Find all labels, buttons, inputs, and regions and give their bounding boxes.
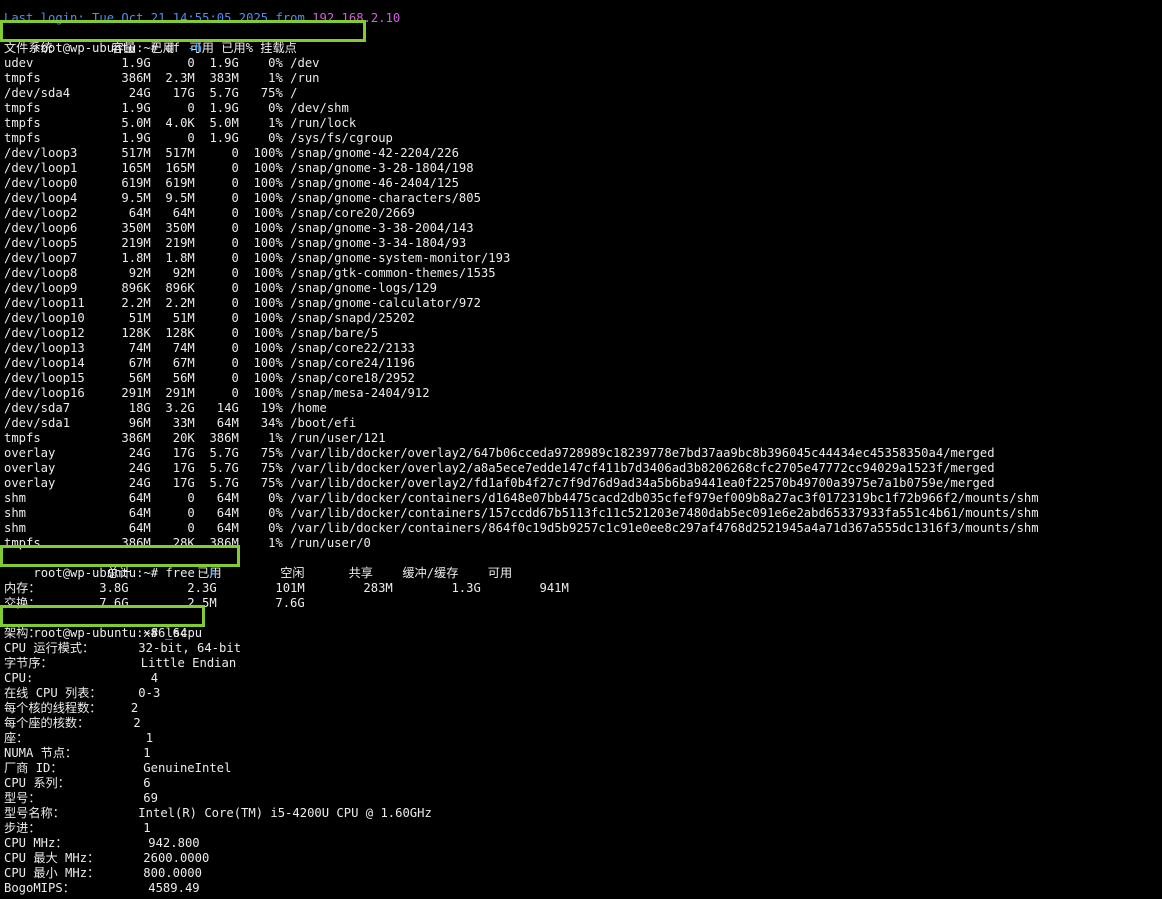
lscpu-command-line: root@wp-ubuntu:~# lscpu bbox=[0, 605, 1039, 640]
lscpu-output-line: 型号： 69 bbox=[4, 791, 158, 805]
df-output-line: udev 1.9G 0 1.9G 0% /dev bbox=[4, 56, 320, 70]
command-flag: -h bbox=[187, 41, 203, 55]
df-output-line: /dev/sda1 96M 33M 64M 34% /boot/efi bbox=[4, 416, 357, 430]
command-flag: -h bbox=[202, 566, 217, 580]
command-name: lscpu bbox=[165, 626, 203, 640]
command-name: df bbox=[165, 41, 181, 55]
lscpu-output-line: CPU MHz： 942.800 bbox=[4, 836, 200, 850]
df-output-line: /dev/loop12 128K 128K 0 100% /snap/bare/… bbox=[4, 326, 379, 340]
df-output-line: overlay 24G 17G 5.7G 75% /var/lib/docker… bbox=[4, 461, 995, 475]
prompt: root@wp-ubuntu:~# bbox=[33, 566, 166, 580]
df-output-line: /dev/loop16 291M 291M 0 100% /snap/mesa-… bbox=[4, 386, 430, 400]
lscpu-output: 架构： x86_64 CPU 运行模式： 32-bit, 64-bit 字节序： L… bbox=[4, 626, 1039, 896]
df-output-line: overlay 24G 17G 5.7G 75% /var/lib/docker… bbox=[4, 476, 995, 490]
df-output-line: /dev/sda7 18G 3.2G 14G 19% /home bbox=[4, 401, 327, 415]
df-output-line: /dev/sda4 24G 17G 5.7G 75% / bbox=[4, 86, 298, 100]
lscpu-output-line: 每个核的线程数： 2 bbox=[4, 701, 139, 715]
df-output-line: /dev/loop5 219M 219M 0 100% /snap/gnome-… bbox=[4, 236, 467, 250]
df-output-line: /dev/loop0 619M 619M 0 100% /snap/gnome-… bbox=[4, 176, 459, 190]
free-output-line: 内存： 3.8G 2.3G 101M 283M 1.3G 941M bbox=[4, 581, 569, 595]
df-output-line: shm 64M 0 64M 0% /var/lib/docker/contain… bbox=[4, 506, 1039, 520]
df-output-line: /dev/loop3 517M 517M 0 100% /snap/gnome-… bbox=[4, 146, 459, 160]
lscpu-output-line: CPU 运行模式： 32-bit, 64-bit bbox=[4, 641, 242, 655]
df-output-line: /dev/loop6 350M 350M 0 100% /snap/gnome-… bbox=[4, 221, 474, 235]
login-ip-part2: .168.2.10 bbox=[334, 11, 401, 25]
df-output-line: shm 64M 0 64M 0% /var/lib/docker/contain… bbox=[4, 521, 1039, 535]
lscpu-output-line: 字节序： Little Endian bbox=[4, 656, 237, 670]
lscpu-output-line: CPU 最大 MHz： 2600.0000 bbox=[4, 851, 210, 865]
df-output-line: tmpfs 386M 20K 386M 1% /run/user/121 bbox=[4, 431, 386, 445]
df-output-line: tmpfs 1.9G 0 1.9G 0% /dev/shm bbox=[4, 101, 349, 115]
lscpu-output-line: 步进： 1 bbox=[4, 821, 151, 835]
command-name: free bbox=[165, 566, 195, 580]
df-output-line: /dev/loop15 56M 56M 0 100% /snap/core18/… bbox=[4, 371, 415, 385]
lscpu-output-line: 每个座的核数： 2 bbox=[4, 716, 141, 730]
login-ip-part1: 192 bbox=[312, 11, 335, 25]
df-output-line: tmpfs 386M 2.3M 383M 1% /run bbox=[4, 71, 320, 85]
df-output-line: /dev/loop9 896K 896K 0 100% /snap/gnome-… bbox=[4, 281, 437, 295]
df-output-line: tmpfs 5.0M 4.0K 5.0M 1% /run/lock bbox=[4, 116, 357, 130]
last-login-text: Last login: Tue Oct 21 14:55:05 2025 fro… bbox=[4, 11, 313, 25]
df-output-line: /dev/loop7 1.8M 1.8M 0 100% /snap/gnome-… bbox=[4, 251, 511, 265]
lscpu-output-line: 型号名称： Intel(R) Core(TM) i5-4200U CPU @ 1… bbox=[4, 806, 432, 820]
df-output-line: /dev/loop8 92M 92M 0 100% /snap/gtk-comm… bbox=[4, 266, 496, 280]
lscpu-output-line: CPU 系列： 6 bbox=[4, 776, 151, 790]
terminal-output[interactable]: Last login: Tue Oct 21 14:55:05 2025 fro… bbox=[0, 11, 1039, 896]
prompt: root@wp-ubuntu:~# bbox=[33, 41, 166, 55]
df-output-line: /dev/loop1 165M 165M 0 100% /snap/gnome-… bbox=[4, 161, 474, 175]
lscpu-output-line: NUMA 节点： 1 bbox=[4, 746, 151, 760]
df-output-line: overlay 24G 17G 5.7G 75% /var/lib/docker… bbox=[4, 446, 995, 460]
lscpu-output-line: CPU: 4 bbox=[4, 671, 159, 685]
df-command-line: root@wp-ubuntu:~# df -h bbox=[0, 20, 1039, 55]
df-output-line: /dev/loop13 74M 74M 0 100% /snap/core22/… bbox=[4, 341, 415, 355]
free-command-line: root@wp-ubuntu:~# free -h bbox=[0, 545, 1039, 580]
lscpu-output-line: 在线 CPU 列表： 0-3 bbox=[4, 686, 161, 700]
df-output-line: /dev/loop10 51M 51M 0 100% /snap/snapd/2… bbox=[4, 311, 415, 325]
df-output-line: /dev/loop2 64M 64M 0 100% /snap/core20/2… bbox=[4, 206, 415, 220]
lscpu-output-line: 座： 1 bbox=[4, 731, 154, 745]
df-output: 文件系统 容量 已用 可用 已用% 挂载点 udev 1.9G 0 1.9G 0%… bbox=[4, 41, 1039, 551]
df-output-line: /dev/loop14 67M 67M 0 100% /snap/core24/… bbox=[4, 356, 415, 370]
df-output-line: tmpfs 1.9G 0 1.9G 0% /sys/fs/cgroup bbox=[4, 131, 393, 145]
df-output-line: shm 64M 0 64M 0% /var/lib/docker/contain… bbox=[4, 491, 1039, 505]
last-login-line: Last login: Tue Oct 21 14:55:05 2025 fro… bbox=[4, 11, 1039, 26]
free-output-line: 交换： 7.6G 2.5M 7.6G bbox=[4, 596, 305, 610]
df-output-line: /dev/loop11 2.2M 2.2M 0 100% /snap/gnome… bbox=[4, 296, 481, 310]
prompt: root@wp-ubuntu:~# bbox=[33, 626, 166, 640]
df-output-line: tmpfs 386M 28K 386M 1% /run/user/0 bbox=[4, 536, 371, 550]
lscpu-output-line: CPU 最小 MHz： 800.0000 bbox=[4, 866, 202, 880]
lscpu-output-line: BogoMIPS： 4589.49 bbox=[4, 881, 200, 895]
lscpu-output-line: 厂商 ID： GenuineIntel bbox=[4, 761, 232, 775]
df-output-line: /dev/loop4 9.5M 9.5M 0 100% /snap/gnome-… bbox=[4, 191, 481, 205]
